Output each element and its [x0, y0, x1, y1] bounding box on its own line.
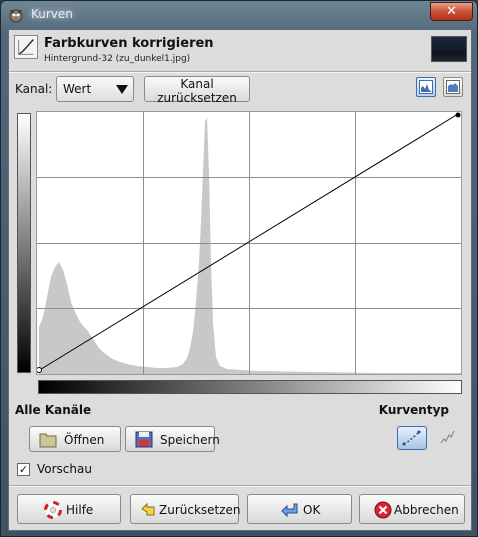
cancel-x-icon: [374, 501, 392, 519]
help-button[interactable]: Hilfe: [17, 494, 121, 524]
enter-arrow-icon: [281, 503, 298, 518]
gimp-icon: [9, 9, 23, 23]
ok-button-label: OK: [303, 503, 321, 517]
help-button-label: Hilfe: [66, 503, 94, 517]
window-close-button[interactable]: ✕: [430, 2, 473, 21]
curve-point-black[interactable]: [37, 367, 42, 373]
channel-label: Kanal:: [15, 82, 53, 96]
smooth-curve-toggle[interactable]: [397, 426, 427, 450]
preview-checkbox[interactable]: ✓: [17, 463, 30, 476]
open-button-label: Öffnen: [64, 433, 105, 447]
curve-type-label: Kurventyp: [378, 403, 449, 417]
reset-button-label: Zurücksetzen: [159, 503, 241, 517]
smooth-curve-icon: [402, 430, 421, 446]
curve-line: [37, 113, 459, 372]
input-gradient-bar: [38, 380, 462, 394]
floppy-disk-icon: [135, 431, 153, 448]
chevron-down-icon: [116, 85, 128, 94]
reset-button[interactable]: Zurücksetzen: [130, 494, 241, 524]
button-row-divider: [9, 485, 471, 487]
lifebuoy-icon: [44, 501, 62, 519]
open-button[interactable]: Öffnen: [29, 426, 121, 452]
undo-arrow-icon: [141, 502, 155, 516]
save-button-label: Speichern: [160, 433, 220, 447]
preview-label: Vorschau: [37, 462, 92, 476]
dialog-header: Farbkurven korrigieren Hintergrund-32 (z…: [12, 32, 470, 70]
cancel-button-label: Abbrechen: [394, 503, 459, 517]
log-histogram-icon: [446, 80, 460, 94]
header-divider: [9, 71, 471, 73]
channel-selected-value: Wert: [63, 82, 92, 96]
dialog-body: Farbkurven korrigieren Hintergrund-32 (z…: [8, 29, 472, 531]
image-name: Hintergrund-32 (zu_dunkel1.jpg): [44, 54, 191, 64]
cancel-button[interactable]: Abbrechen: [359, 494, 465, 524]
logarithmic-histogram-toggle[interactable]: [443, 77, 463, 97]
folder-icon: [39, 433, 57, 448]
linear-histogram-icon: [419, 80, 433, 94]
output-gradient-bar: [17, 113, 31, 373]
curve-point-white[interactable]: [455, 112, 461, 118]
curves-dialog-window: Kurven ✕ Farbkurven korrigieren Hintergr…: [0, 0, 478, 537]
curves-graph[interactable]: [36, 111, 462, 375]
title-bar[interactable]: Kurven ✕: [1, 1, 477, 29]
freehand-curve-icon: [440, 430, 455, 444]
ok-button[interactable]: OK: [247, 494, 352, 524]
window-title: Kurven: [31, 7, 73, 21]
save-button[interactable]: Speichern: [125, 426, 220, 452]
channel-dropdown[interactable]: Wert: [56, 76, 134, 102]
reset-channel-button[interactable]: Kanal zurücksetzen: [144, 76, 250, 105]
curves-tool-icon: [14, 35, 38, 59]
all-channels-label: Alle Kanäle: [15, 403, 92, 417]
image-thumbnail: [431, 36, 467, 62]
dialog-heading: Farbkurven korrigieren: [44, 36, 214, 51]
freehand-curve-toggle[interactable]: [433, 426, 463, 450]
linear-histogram-toggle[interactable]: [416, 77, 436, 97]
